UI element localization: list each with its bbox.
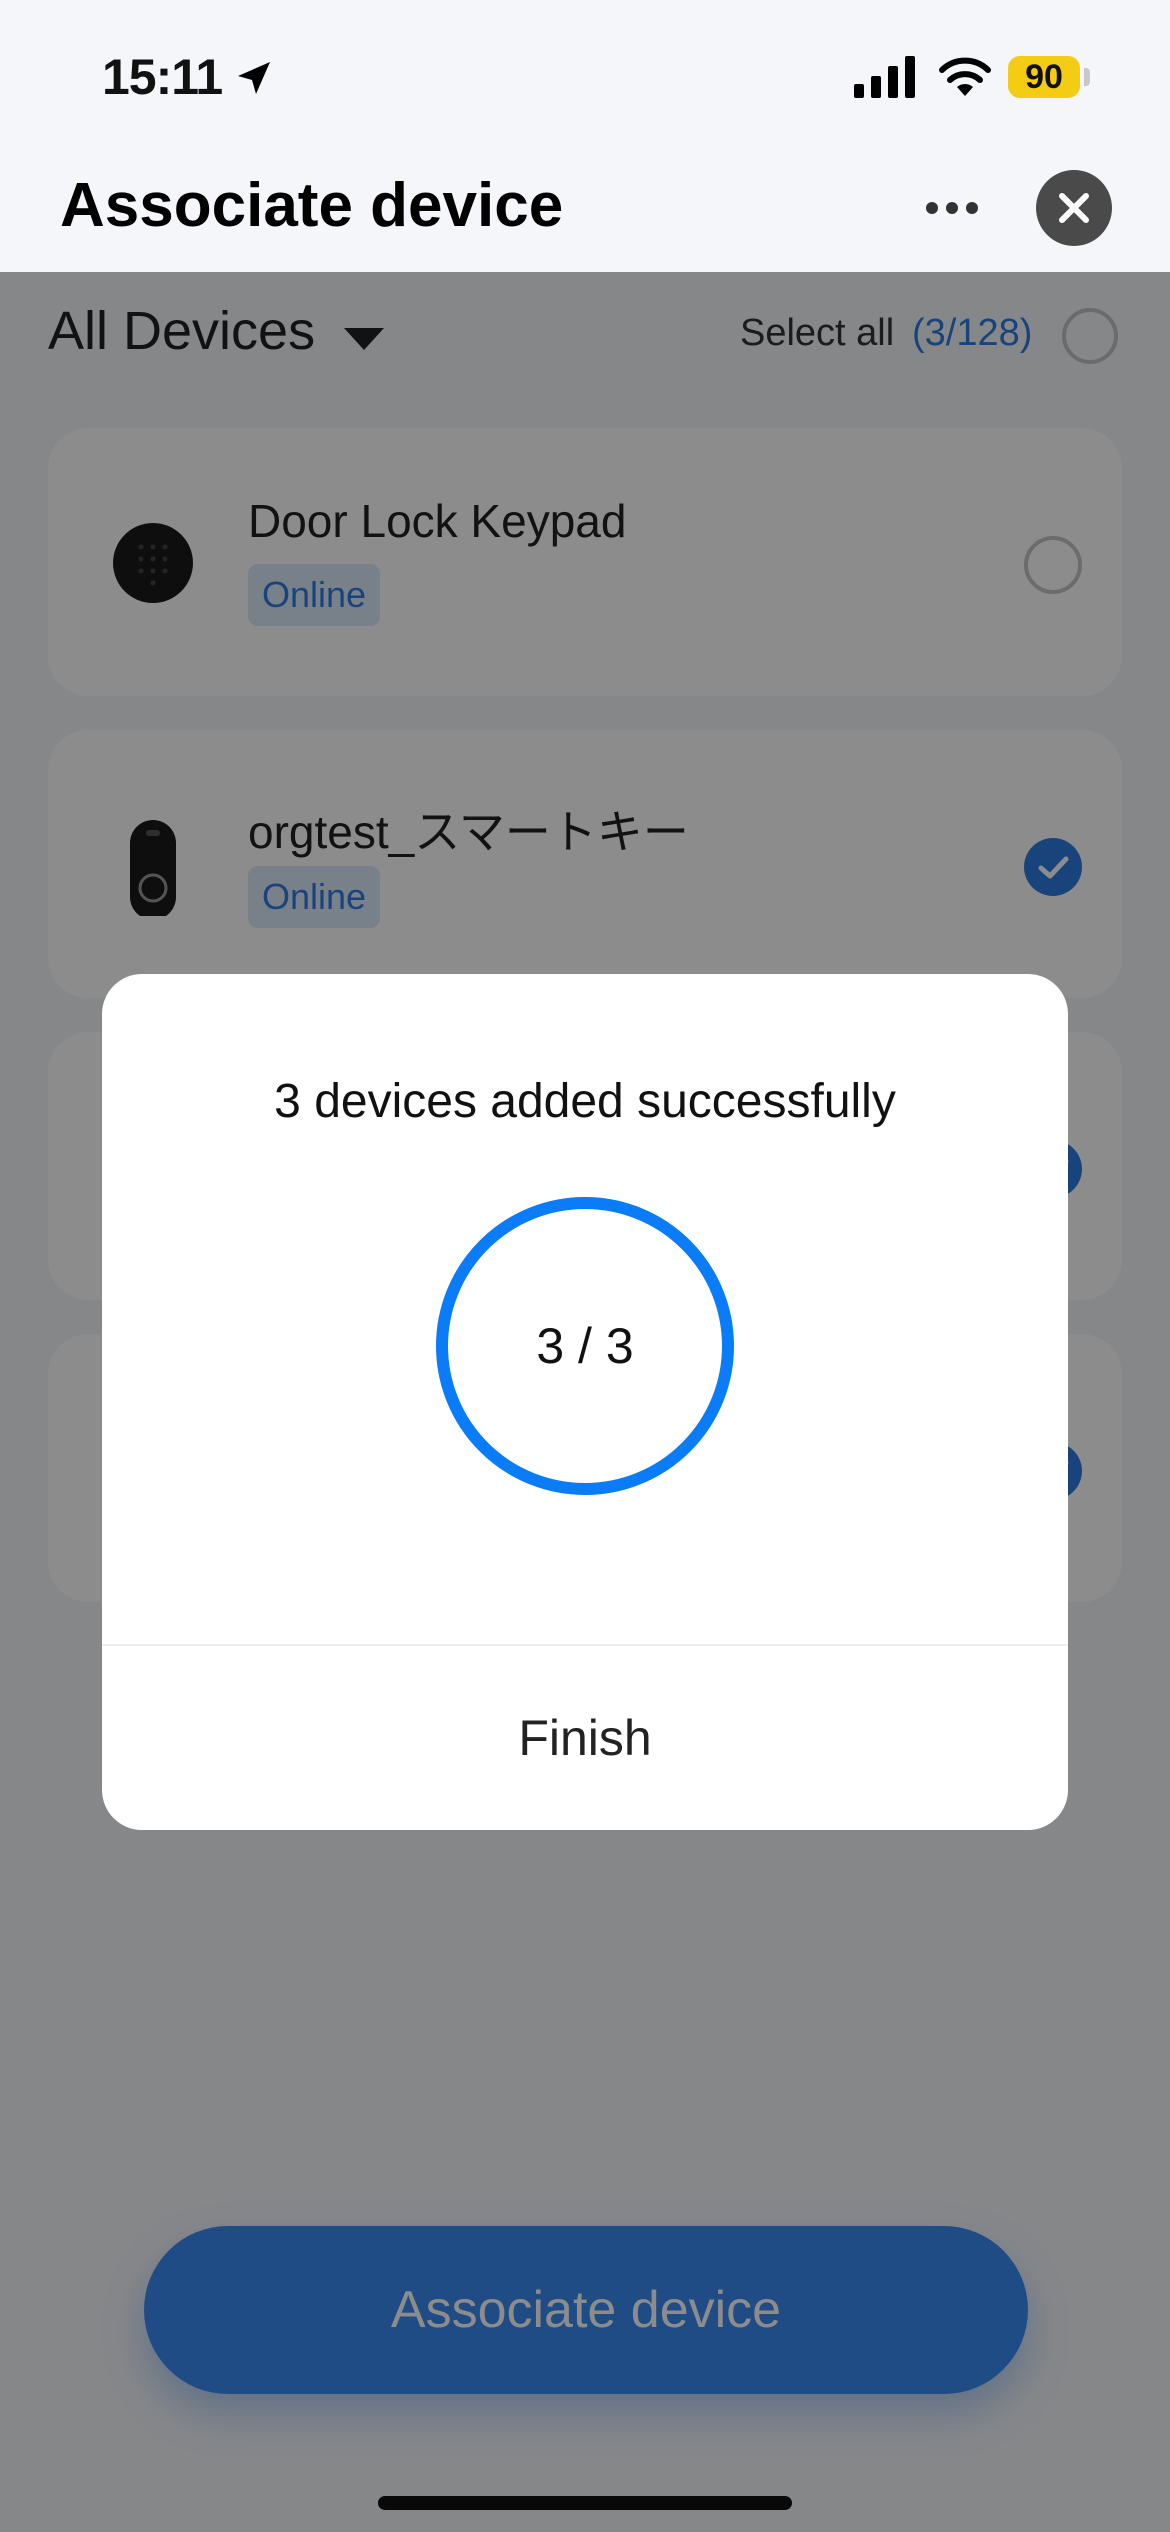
progress-text: 3 / 3 — [536, 1318, 634, 1374]
cellular-signal-icon — [854, 56, 915, 98]
status-bar: 15:11 90 — [0, 0, 1170, 150]
wifi-icon — [939, 57, 991, 96]
dialog-title: 3 devices added successfully — [274, 1075, 896, 1128]
page-title: Associate device — [60, 171, 564, 240]
close-button[interactable] — [1036, 170, 1112, 246]
battery-indicator: 90 — [1008, 56, 1080, 98]
status-time: 15:11 — [102, 49, 223, 105]
success-dialog: 3 devices added successfully 3 / 3 Finis… — [102, 974, 1068, 1830]
header: Associate device — [0, 150, 1170, 272]
location-arrow-icon — [238, 62, 270, 94]
finish-button[interactable]: Finish — [102, 1646, 1068, 1830]
battery-cap — [1084, 68, 1090, 86]
more-options-icon[interactable] — [924, 200, 980, 216]
close-icon — [1059, 193, 1089, 223]
